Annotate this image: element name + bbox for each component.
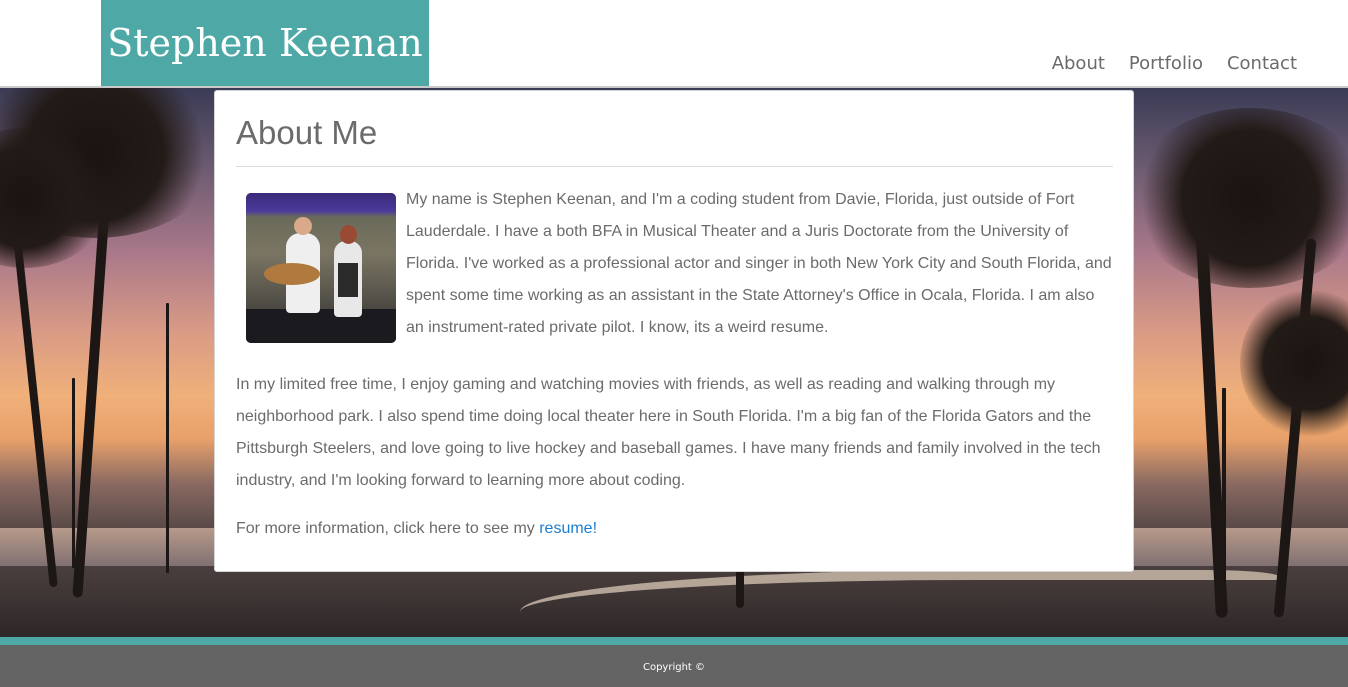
palm-crown: [1130, 108, 1348, 288]
lamp-post: [1222, 388, 1226, 608]
profile-photo: [246, 193, 396, 343]
copyright-text: Copyright ©: [642, 662, 706, 673]
resume-link[interactable]: resume!: [539, 520, 597, 537]
site-footer: Copyright ©: [0, 645, 1348, 687]
photo-stage: [246, 309, 396, 343]
photo-apron: [338, 263, 358, 297]
about-bio: My name is Stephen Keenan, and I'm a cod…: [236, 184, 1113, 353]
nav-contact[interactable]: Contact: [1227, 52, 1297, 76]
mast: [72, 378, 75, 568]
photo-guitar: [264, 263, 320, 285]
palm-crown: [1240, 288, 1348, 438]
more-info-text: For more information, click here to see …: [236, 520, 540, 537]
main-nav: About Portfolio Contact: [1052, 52, 1297, 76]
mast: [166, 303, 169, 573]
brand-logo[interactable]: Stephen Keenan: [101, 0, 429, 86]
nav-about[interactable]: About: [1052, 52, 1105, 76]
page-title: About Me: [236, 91, 1113, 167]
nav-portfolio[interactable]: Portfolio: [1129, 52, 1203, 76]
more-info: For more information, click here to see …: [236, 513, 1113, 545]
footer-accent-band: [0, 637, 1348, 645]
about-card: About Me My name is Stephen Keenan, and …: [214, 90, 1134, 572]
site-header: Stephen Keenan About Portfolio Contact: [0, 0, 1348, 88]
bio-paragraph-2: In my limited free time, I enjoy gaming …: [236, 376, 1101, 489]
